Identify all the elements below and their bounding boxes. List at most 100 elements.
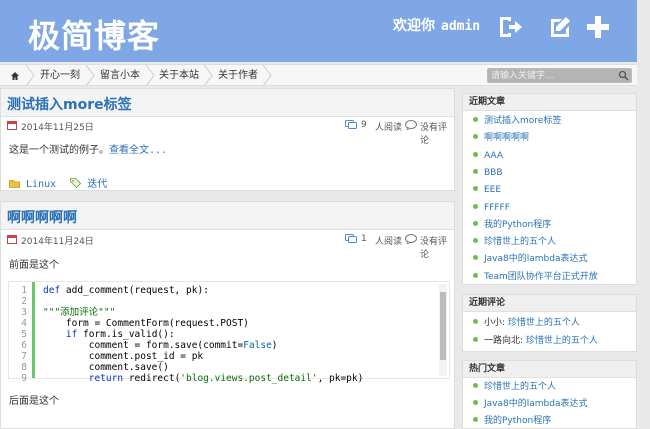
sidebar-link[interactable]: BBB xyxy=(473,167,503,179)
recent-comments-heading: 近期评论 xyxy=(463,295,636,312)
comment-post-link[interactable]: 珍惜世上的五个人 xyxy=(508,318,580,328)
bullet-icon xyxy=(473,203,478,209)
username[interactable]: admin xyxy=(441,19,480,34)
recent-comments-panel: 近期评论 小小: 珍惜世上的五个人一路向北: 珍惜世上的五个人 xyxy=(462,294,637,352)
site-title[interactable]: 极简博客 xyxy=(28,11,160,57)
bullet-icon xyxy=(473,255,478,261)
bullet-icon xyxy=(473,337,478,342)
scrollbar-thumb[interactable] xyxy=(440,292,446,360)
line-number: 3 xyxy=(21,307,27,318)
bullet-icon xyxy=(473,238,478,244)
sidebar-link[interactable]: EEE xyxy=(473,184,501,196)
sidebar-link-text[interactable]: BBB xyxy=(484,168,503,178)
code-line: """添加评论""" xyxy=(43,307,116,318)
nav-item-about-site[interactable]: 关于本站 xyxy=(159,65,199,86)
sidebar-link-text[interactable]: 珍惜世上的五个人 xyxy=(484,237,556,247)
search-input[interactable] xyxy=(488,69,613,82)
code-line: form = CommentForm(request.POST) xyxy=(43,318,249,329)
folder-icon xyxy=(9,180,20,188)
line-number: 4 xyxy=(21,318,27,329)
sidebar-link[interactable]: AAA xyxy=(473,150,503,162)
nav-separator xyxy=(262,65,272,86)
post-tags: Linux 迭代 xyxy=(9,175,107,190)
recent-comment[interactable]: 一路向北: 珍惜世上的五个人 xyxy=(473,335,598,347)
post-title[interactable]: 啊啊啊啊啊 xyxy=(7,207,77,227)
sidebar-link[interactable]: 珍惜世上的五个人 xyxy=(473,236,556,248)
nav-separator xyxy=(85,65,95,86)
sidebar-link[interactable]: Team团队协作平台正式开放 xyxy=(473,271,598,283)
read-count: 1 xyxy=(361,234,367,244)
sidebar-link[interactable]: 我的Python程序 xyxy=(473,415,551,427)
post-card: 测试插入more标签 2014年11月25日 9 人阅读 没有评论 这是一个测试… xyxy=(0,88,455,191)
nav-item-jokes[interactable]: 开心一刻 xyxy=(40,65,80,86)
sidebar-link[interactable]: FFFFF xyxy=(473,202,510,214)
search-icon[interactable] xyxy=(618,70,629,81)
calendar-icon xyxy=(7,235,17,244)
bullet-icon xyxy=(473,417,478,422)
post-meta: 2014年11月25日 9 人阅读 没有评论 xyxy=(7,119,449,146)
post-meta: 2014年11月24日 1 人阅读 没有评论 xyxy=(7,233,449,260)
sidebar-link-text[interactable]: EEE xyxy=(484,185,501,195)
sidebar-link-text[interactable]: FFFFF xyxy=(484,203,510,213)
sidebar-link-text[interactable]: Java8中的lambda表达式 xyxy=(484,399,587,409)
hot-posts-heading: 热门文章 xyxy=(463,361,636,378)
tag-icon xyxy=(70,178,82,189)
hot-posts-panel: 热门文章 珍惜世上的五个人 Java8中的lambda表达式 我的Python程序 xyxy=(462,360,637,429)
code-block: 1 2 3 4 5 6 7 8 9 def add_comment(reques… xyxy=(8,281,450,384)
bullet-icon xyxy=(473,117,478,122)
add-icon[interactable] xyxy=(585,14,611,40)
sidebar-link-text[interactable]: 测试插入more标签 xyxy=(484,116,561,126)
comment-post-link[interactable]: 珍惜世上的五个人 xyxy=(526,336,598,346)
bullet-icon xyxy=(473,134,478,140)
nav-separator xyxy=(145,65,155,86)
bullet-icon xyxy=(473,383,478,388)
comment-count[interactable]: 没有评论 xyxy=(420,120,449,146)
recent-comment[interactable]: 小小: 珍惜世上的五个人 xyxy=(473,317,580,329)
bullet-icon xyxy=(473,272,478,278)
read-more-link[interactable]: 查看全文... xyxy=(109,145,167,156)
logout-icon[interactable] xyxy=(497,14,523,40)
nav-separator xyxy=(203,65,213,86)
sidebar-link-text[interactable]: Team团队协作平台正式开放 xyxy=(484,272,598,282)
sidebar-link[interactable]: Java8中的lambda表达式 xyxy=(473,398,587,410)
post-date: 2014年11月25日 xyxy=(21,123,94,133)
bullet-icon xyxy=(473,400,478,405)
bullet-icon xyxy=(473,319,478,324)
sidebar-link-text[interactable]: 啊啊啊啊啊 xyxy=(484,133,529,143)
sidebar-link-text[interactable]: AAA xyxy=(484,151,503,161)
comment-icon xyxy=(405,120,417,130)
post-excerpt: 这是一个测试的例子。查看全文... xyxy=(9,141,167,156)
line-number: 8 xyxy=(21,362,27,373)
site-header: 极简博客 欢迎你 admin xyxy=(0,0,637,62)
category-link[interactable]: Linux xyxy=(26,179,56,190)
comment-count[interactable]: 没有评论 xyxy=(420,234,449,260)
line-number: 7 xyxy=(21,351,27,362)
nav-item-guestbook[interactable]: 留言小本 xyxy=(100,65,140,86)
read-label: 人阅读 xyxy=(375,123,403,133)
calendar-icon xyxy=(7,121,17,130)
main-nav: 开心一刻 留言小本 关于本站 关于作者 xyxy=(0,64,637,86)
edit-icon[interactable] xyxy=(547,14,573,40)
tag-link[interactable]: 迭代 xyxy=(87,179,107,190)
sidebar-link[interactable]: 测试插入more标签 xyxy=(473,115,561,127)
code-scrollbar[interactable] xyxy=(439,284,447,376)
nav-item-about-author[interactable]: 关于作者 xyxy=(218,65,258,86)
sidebar-link-text[interactable]: 我的Python程序 xyxy=(484,416,551,426)
sidebar-link-text[interactable]: 珍惜世上的五个人 xyxy=(484,382,556,392)
bullet-icon xyxy=(473,168,478,174)
sidebar-link[interactable]: 我的Python程序 xyxy=(473,219,551,231)
code-lines: def add_comment(request, pk): """添加评论""" … xyxy=(43,282,363,384)
sidebar-link-text[interactable]: 我的Python程序 xyxy=(484,220,551,230)
code-line: comment = form.save(commit=False) xyxy=(43,340,278,351)
sidebar-link[interactable]: 啊啊啊啊啊 xyxy=(473,132,529,144)
post-outro: 后面是这个 xyxy=(9,396,59,407)
sidebar-link[interactable]: Java8中的lambda表达式 xyxy=(473,253,587,265)
post-title[interactable]: 测试插入more标签 xyxy=(7,94,132,114)
home-icon[interactable] xyxy=(10,65,20,86)
sidebar-link-text[interactable]: Java8中的lambda表达式 xyxy=(484,254,587,264)
sidebar-link[interactable]: 珍惜世上的五个人 xyxy=(473,381,556,393)
comment-author: 一路向北 xyxy=(484,336,521,346)
recent-posts-panel: 近期文章 测试插入more标签 啊啊啊啊啊 AAA BBB EEE FFFFF 我的Pyth… xyxy=(462,93,637,285)
bullet-icon xyxy=(473,220,478,226)
